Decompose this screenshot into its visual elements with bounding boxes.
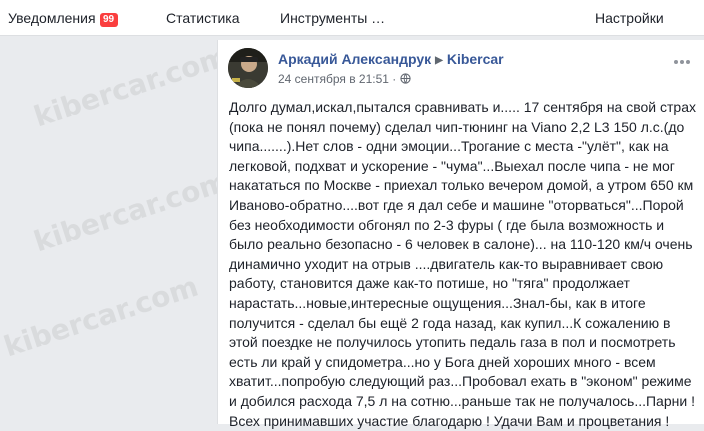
avatar[interactable]: [228, 48, 268, 88]
tab-statistics[interactable]: Статистика: [166, 10, 240, 26]
post-timestamp[interactable]: 24 сентября в 21:51 ·: [278, 72, 396, 86]
watermark: kibercar.com: [29, 39, 233, 134]
post-meta: 24 сентября в 21:51 ·: [278, 72, 411, 87]
tab-notifications-label: Уведомления: [8, 10, 96, 26]
tab-tools[interactable]: Инструменты …: [280, 10, 385, 26]
page-link[interactable]: Kibercar: [447, 51, 504, 67]
notifications-count-badge: 99: [99, 13, 118, 27]
post-header: Аркадий Александрук ▶ Kibercar: [278, 51, 504, 67]
author-link[interactable]: Аркадий Александрук: [278, 51, 431, 67]
post-body: Долго думал,искал,пытался сравнивать и..…: [229, 99, 696, 429]
watermark: kibercar.com: [0, 269, 203, 364]
top-nav-bar: Уведомления 99 Статистика Инструменты … Н…: [0, 0, 704, 36]
share-arrow-icon: ▶: [435, 55, 443, 66]
globe-icon: [400, 73, 411, 87]
more-options-icon[interactable]: [672, 54, 692, 64]
tab-notifications[interactable]: Уведомления 99: [8, 10, 118, 27]
avatar-image: [228, 48, 268, 88]
tab-settings[interactable]: Настройки: [595, 10, 664, 26]
watermark: kibercar.com: [29, 164, 233, 259]
post-card: Аркадий Александрук ▶ Kibercar 24 сентября…: [217, 40, 704, 429]
